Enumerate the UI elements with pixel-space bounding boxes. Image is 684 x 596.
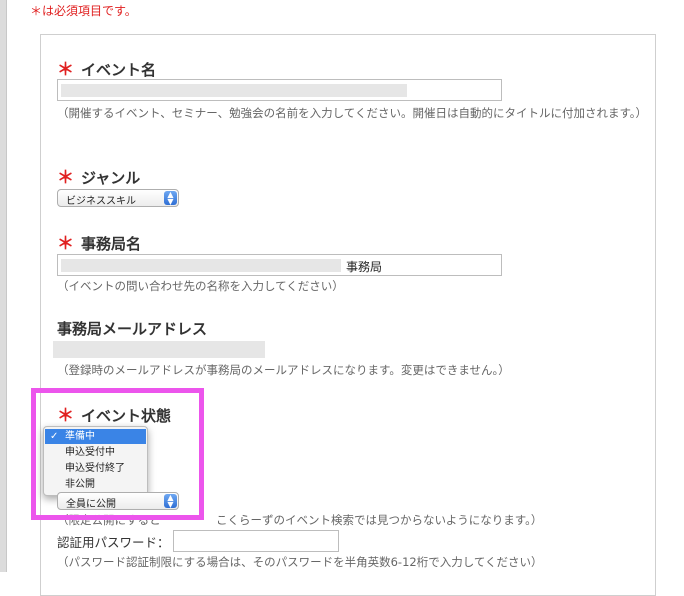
office-email-label: 事務局メールアドレス xyxy=(57,320,208,338)
required-star: ＊ xyxy=(57,60,74,80)
office-email-hint: （登録時のメールアドレスが事務局のメールアドレスになります。変更はできません。） xyxy=(57,363,510,377)
office-name-input[interactable]: 事務局 xyxy=(57,254,502,276)
highlight-box xyxy=(31,388,204,520)
redacted-value xyxy=(61,84,407,97)
event-name-input[interactable] xyxy=(57,79,502,101)
office-suffix: 事務局 xyxy=(346,260,383,274)
event-name-label: ＊イベント名 xyxy=(57,60,157,80)
event-name-hint: （開催するイベント、セミナー、勉強会の名前を入力してください。開催日は自動的にタ… xyxy=(57,106,648,120)
required-star: ＊ xyxy=(57,168,74,188)
genre-select-value: ビジネススキル xyxy=(66,196,136,207)
password-label: 認証用パスワード： xyxy=(57,535,170,550)
genre-select[interactable]: ビジネススキル ▲ ▼ xyxy=(57,189,179,207)
office-name-label: ＊事務局名 xyxy=(57,234,142,254)
office-email-value xyxy=(53,341,265,358)
genre-label: ＊ジャンル xyxy=(57,168,141,188)
required-note: ＊は必須項目です。 xyxy=(30,4,137,18)
window-left-edge xyxy=(0,0,7,572)
select-arrows-icon: ▲ ▼ xyxy=(164,191,177,206)
redacted-value xyxy=(61,259,341,272)
password-input[interactable] xyxy=(173,530,339,552)
password-hint: （パスワード認証制限にする場合は、そのパスワードを半角英数6-12桁で入力してく… xyxy=(57,555,543,569)
visibility-hint-suffix: こくらーずのイベント検索では見つからないようになります。） xyxy=(216,513,543,527)
required-star: ＊ xyxy=(57,234,74,254)
office-name-hint: （イベントの問い合わせ先の名称を入力してください） xyxy=(57,279,344,293)
